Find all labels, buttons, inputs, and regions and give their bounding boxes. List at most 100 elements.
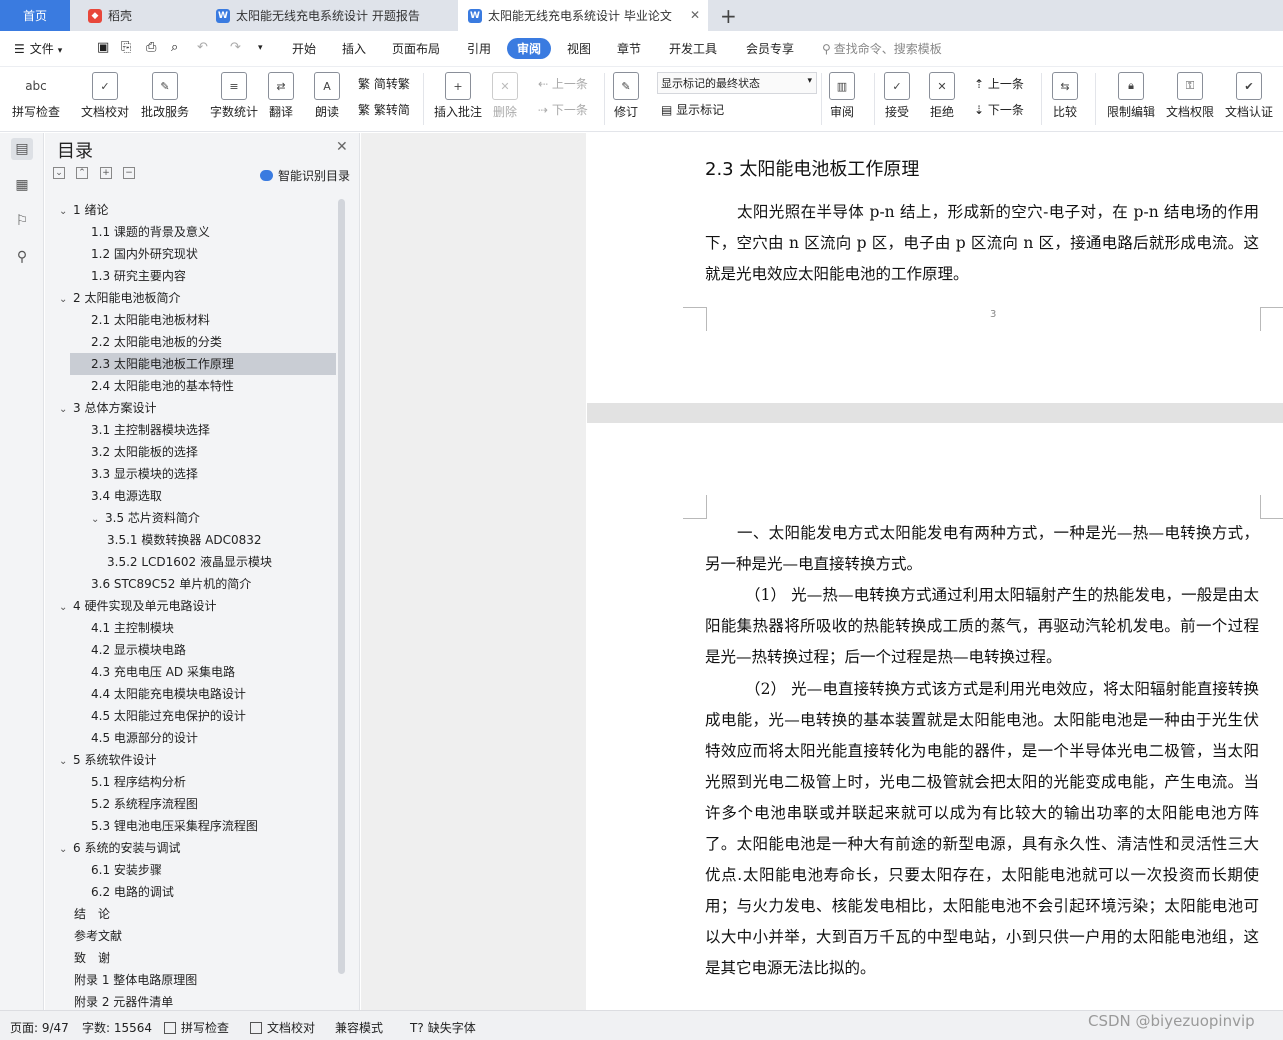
menu-tab-references[interactable]: 引用 [467, 40, 491, 57]
expand-all-icon[interactable]: + [100, 167, 112, 179]
menu-tab-view[interactable]: 视图 [567, 40, 591, 57]
chevron-down-icon[interactable]: ⌄ [59, 289, 73, 311]
toc-item[interactable]: ⌄ 5 系统软件设计 [59, 749, 156, 771]
toc-item[interactable]: 1.2 国内外研究现状 [91, 243, 198, 265]
toc-panel-icon[interactable]: ▤ [11, 138, 33, 160]
chevron-down-icon[interactable]: ⌄ [59, 399, 73, 421]
display-state-select[interactable]: 显示标记的最终状态 ▾ [657, 72, 817, 94]
menu-tab-developer[interactable]: 开发工具 [669, 40, 717, 57]
compare-button[interactable]: ⇆ 比较 [1052, 72, 1078, 120]
body-paragraph[interactable]: （2） 光—电直接转换方式该方式是利用光电效应，将太阳辐射能直接转换成电能，光—… [705, 674, 1259, 984]
chevron-down-icon[interactable]: ⌄ [59, 839, 73, 861]
proofread-status[interactable]: 文档校对 [250, 1019, 315, 1036]
spell-check-button[interactable]: abc 拼写检查 [12, 72, 60, 120]
toc-item[interactable]: 3.2 太阳能板的选择 [91, 441, 198, 463]
read-aloud-button[interactable]: A 朗读 [314, 72, 340, 120]
review-pane-button[interactable]: ▥ 审阅 [829, 72, 855, 120]
toc-item[interactable]: 结 论 [74, 903, 110, 925]
toc-item[interactable]: 3.3 显示模块的选择 [91, 463, 198, 485]
toc-item[interactable]: ⌄ 3.5 芯片资料简介 [91, 507, 200, 529]
quick-access-more-icon[interactable]: ▾ [258, 43, 263, 53]
prev-comment-button[interactable]: ⇠ 上一条 [538, 75, 588, 92]
doc-permission-button[interactable]: ⚿ 文档权限 [1166, 72, 1214, 120]
chapter-nav-icon[interactable]: ▦ [11, 174, 33, 196]
chevron-down-icon[interactable]: ⌄ [59, 597, 73, 619]
close-icon[interactable]: ✕ [336, 139, 348, 155]
search-icon[interactable]: ⚲ [11, 246, 33, 268]
toc-item[interactable]: 4.2 显示模块电路 [91, 639, 186, 661]
new-tab-button[interactable]: + [710, 0, 747, 31]
toc-item[interactable]: 5.2 系统程序流程图 [91, 793, 198, 815]
export-icon[interactable]: ⎘ [121, 40, 131, 55]
file-menu[interactable]: ☰ 文件 ▾ [14, 40, 62, 57]
simp-to-trad-button[interactable]: 繁 繁转简 [358, 101, 410, 118]
toc-item[interactable]: 2.1 太阳能电池板材料 [91, 309, 210, 331]
toc-item[interactable]: 5.3 锂电池电压采集程序流程图 [91, 815, 258, 837]
accept-button[interactable]: ✓ 接受 [884, 72, 910, 120]
trad-to-simp-button[interactable]: 繁 简转繁 [358, 75, 410, 92]
restrict-editing-button[interactable]: 🔒︎ 限制编辑 [1107, 72, 1155, 120]
redo-icon[interactable]: ↷ [230, 40, 241, 55]
toc-item[interactable]: 2.2 太阳能电池板的分类 [91, 331, 222, 353]
toc-item[interactable]: 4.5 太阳能过充电保护的设计 [91, 705, 246, 727]
command-search[interactable]: ⚲ 查找命令、搜索模板 [822, 40, 942, 57]
toc-item[interactable]: 4.5 电源部分的设计 [91, 727, 198, 749]
missing-font-status[interactable]: T? 缺失字体 [410, 1019, 476, 1036]
toc-item[interactable]: 6.1 安装步骤 [91, 859, 162, 881]
menu-tab-start[interactable]: 开始 [292, 40, 316, 57]
doc-certify-button[interactable]: ✔ 文档认证 [1225, 72, 1273, 120]
next-comment-button[interactable]: ⇢ 下一条 [538, 101, 588, 118]
toc-item[interactable]: ⌄ 4 硬件实现及单元电路设计 [59, 595, 216, 617]
body-paragraph[interactable]: （1） 光—热—电转换方式通过利用太阳辐射产生的热能发电，一般是由太阳能集热器将… [705, 580, 1259, 673]
undo-icon[interactable]: ↶ [197, 40, 208, 55]
delete-comment-button[interactable]: ✕ 删除 [492, 72, 518, 120]
toc-item[interactable]: ⌄ 3 总体方案设计 [59, 397, 156, 419]
reject-button[interactable]: ✕ 拒绝 [929, 72, 955, 120]
toc-item[interactable]: 4.3 充电电压 AD 采集电路 [91, 661, 235, 683]
toc-item[interactable]: 附录 1 整体电路原理图 [74, 969, 197, 991]
tab-thesis[interactable]: W 太阳能无线充电系统设计 毕业论文 ✕ [458, 0, 708, 31]
toc-item[interactable]: 3.6 STC89C52 单片机的简介 [91, 573, 251, 595]
toc-item[interactable]: 3.5.1 模数转换器 ADC0832 [107, 529, 262, 551]
toc-item[interactable]: 1.1 课题的背景及意义 [91, 221, 210, 243]
correction-service-button[interactable]: ✎ 批改服务 [141, 72, 189, 120]
word-count-button[interactable]: ≡ 字数统计 [210, 72, 258, 120]
toc-item[interactable]: 6.2 电路的调试 [91, 881, 174, 903]
spell-check-status[interactable]: 拼写检查 [164, 1019, 229, 1036]
toc-item[interactable]: 致 谢 [74, 947, 110, 969]
toc-item[interactable]: 4.1 主控制模块 [91, 617, 174, 639]
toc-item[interactable]: ⌄ 2 太阳能电池板简介 [59, 287, 180, 309]
toc-item[interactable]: 3.5.2 LCD1602 液晶显示模块 [107, 551, 272, 573]
toc-item[interactable]: 1.3 研究主要内容 [91, 265, 186, 287]
print-icon[interactable]: ⎙ [146, 40, 156, 55]
body-paragraph[interactable]: 太阳光照在半导体 p-n 结上，形成新的空穴-电子对，在 p-n 结电场的作用下… [705, 197, 1259, 290]
toc-item[interactable]: 2.3 太阳能电池板工作原理 [70, 353, 336, 375]
collapse-icon[interactable]: − [123, 167, 135, 179]
smart-toc-button[interactable]: 智能识别目录 [260, 167, 350, 184]
chevron-down-icon[interactable]: ⌄ [59, 201, 73, 223]
toc-item[interactable]: ⌄ 1 绪论 [59, 199, 108, 221]
menu-tab-member[interactable]: 会员专享 [746, 40, 794, 57]
toc-item[interactable]: 3.4 电源选取 [91, 485, 162, 507]
expand-up-icon[interactable]: ⌃ [76, 167, 88, 179]
track-changes-button[interactable]: ✎ 修订 [613, 72, 639, 120]
tab-proposal[interactable]: W 太阳能无线充电系统设计 开题报告 [206, 0, 456, 31]
proofread-button[interactable]: ✓ 文档校对 [81, 72, 129, 120]
close-icon[interactable]: ✕ [690, 8, 700, 22]
toc-scrollbar[interactable] [338, 199, 345, 974]
tab-docer[interactable]: ◆ 稻壳 [78, 0, 203, 31]
menu-tab-layout[interactable]: 页面布局 [392, 40, 440, 57]
save-icon[interactable]: ▣ [97, 40, 109, 55]
show-markup-button[interactable]: ▤ 显示标记 [661, 101, 724, 118]
collapse-all-icon[interactable]: ⌄ [53, 167, 65, 179]
toc-item[interactable]: ⌄ 6 系统的安装与调试 [59, 837, 180, 859]
menu-tab-chapter[interactable]: 章节 [617, 40, 641, 57]
toc-item[interactable]: 参考文献 [74, 925, 122, 947]
toc-item[interactable]: 附录 2 元器件清单 [74, 991, 173, 1010]
toc-item[interactable]: 3.1 主控制器模块选择 [91, 419, 210, 441]
body-paragraph[interactable]: 一、太阳能发电方式太阳能发电有两种方式，一种是光—热—电转换方式，另一种是光—电… [705, 518, 1259, 580]
toc-item[interactable]: 2.4 太阳能电池的基本特性 [91, 375, 234, 397]
tab-home[interactable]: 首页 [0, 0, 70, 31]
next-change-button[interactable]: ⇣ 下一条 [974, 101, 1024, 118]
toc-item[interactable]: 5.1 程序结构分析 [91, 771, 186, 793]
